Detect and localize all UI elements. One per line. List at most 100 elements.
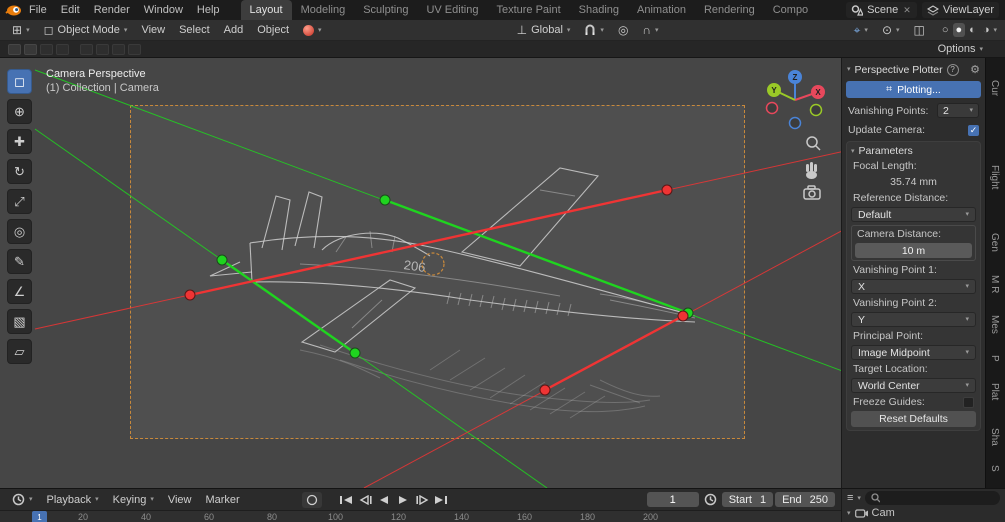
collection-toggle-icon-1[interactable]: [8, 43, 21, 55]
menu-view[interactable]: View: [135, 22, 171, 38]
snap-dropdown[interactable]: ▾: [578, 22, 610, 38]
outliner-editor-icon[interactable]: ≡: [847, 492, 853, 504]
shading-rendered-icon[interactable]: ◑: [980, 23, 993, 37]
viewlayer-selector[interactable]: ViewLayer: [921, 2, 999, 18]
prev-keyframe-button[interactable]: [357, 493, 374, 507]
navigation-gizmo[interactable]: Z X Y: [765, 70, 826, 130]
parameters-chevron-icon[interactable]: ▾: [851, 148, 855, 155]
collection-toggle-icon-2[interactable]: [24, 43, 37, 55]
freeze-guides-checkbox[interactable]: [963, 396, 974, 408]
jump-to-start-button[interactable]: [338, 493, 355, 507]
tool-add-cube[interactable]: ▧: [7, 309, 32, 334]
menu-add[interactable]: Add: [218, 22, 250, 38]
collection-toggle-icon-4[interactable]: [56, 43, 69, 55]
guide-handle-green-3[interactable]: [349, 347, 361, 359]
principal-point-select[interactable]: Image Midpoint ▾: [851, 345, 976, 360]
editor-type-dropdown[interactable]: ⊞ ▾: [6, 22, 36, 38]
workspace-tab-uv-editing[interactable]: UV Editing: [417, 0, 487, 20]
overlays-toggle[interactable]: ⊙ ▾: [876, 22, 906, 38]
sidebar-tab-p[interactable]: P: [989, 355, 1000, 362]
scene-selector[interactable]: Scene ✕: [846, 2, 917, 18]
workspace-tab-rendering[interactable]: Rendering: [695, 0, 764, 20]
tool-transform[interactable]: ◎: [7, 219, 32, 244]
sidebar-tab-cur[interactable]: Cur: [989, 80, 1000, 96]
zoom-button[interactable]: [806, 136, 821, 151]
sidebar-tab-flight[interactable]: Flight: [989, 165, 1000, 189]
collection-toggle-icon-6[interactable]: [96, 43, 109, 55]
viewport-3d[interactable]: 206 Z X Y Camera Perspective (1) Collect…: [0, 58, 841, 488]
gizmo-toggle[interactable]: ⌖ ▾: [848, 22, 874, 38]
guide-handle-red-1[interactable]: [661, 184, 673, 196]
tool-rotate[interactable]: ↻: [7, 159, 32, 184]
collection-toggle-icon-8[interactable]: [128, 43, 141, 55]
proportional-falloff-dropdown[interactable]: ∩ ▾: [636, 22, 664, 38]
reset-defaults-button[interactable]: Reset Defaults: [851, 411, 976, 427]
workspace-tab-compositing[interactable]: Compo: [764, 0, 817, 20]
menu-file[interactable]: File: [22, 1, 54, 19]
marker-menu[interactable]: Marker: [199, 492, 245, 508]
timeline-editor-dropdown[interactable]: ▾: [6, 491, 39, 508]
axis-neg-z-handle[interactable]: [788, 116, 802, 130]
axis-neg-y-handle[interactable]: [809, 103, 823, 117]
next-keyframe-button[interactable]: [414, 493, 431, 507]
reference-distance-select[interactable]: Default ▾: [851, 207, 976, 222]
tool-annotate[interactable]: ✎: [7, 249, 32, 274]
sidebar-tab-gen[interactable]: Gen: [989, 233, 1000, 252]
pan-button[interactable]: [806, 162, 817, 179]
playback-menu[interactable]: Playback ▾: [41, 492, 105, 508]
target-location-select[interactable]: World Center ▾: [851, 378, 976, 393]
vanishing-points-select[interactable]: 2 ▾: [937, 103, 979, 118]
frame-start-field[interactable]: Start 1: [721, 492, 774, 507]
menu-help[interactable]: Help: [190, 1, 227, 19]
workspace-tab-modeling[interactable]: Modeling: [292, 0, 355, 20]
collapse-chevron-icon[interactable]: ▾: [847, 66, 851, 73]
menu-window[interactable]: Window: [137, 1, 190, 19]
outliner-expand-icon[interactable]: ▾: [847, 510, 851, 517]
blender-logo-icon[interactable]: [5, 4, 22, 17]
play-button[interactable]: [395, 493, 412, 507]
playback-range-clock-icon[interactable]: [704, 493, 717, 506]
options-dropdown[interactable]: Options ▾: [938, 43, 997, 55]
menu-object[interactable]: Object: [251, 22, 295, 38]
camera-view-button[interactable]: [803, 185, 821, 200]
guide-handle-red-4[interactable]: [677, 310, 689, 322]
guide-handle-green-1[interactable]: [379, 194, 391, 206]
outliner-editor-chevron-icon[interactable]: ▾: [857, 495, 861, 502]
update-camera-checkbox[interactable]: ✓: [968, 124, 979, 136]
frame-end-field[interactable]: End 250: [775, 492, 835, 507]
tool-measure[interactable]: ∠: [7, 279, 32, 304]
jump-to-end-button[interactable]: [433, 493, 450, 507]
scene-unlink-icon[interactable]: ✕: [902, 5, 912, 16]
mode-dropdown[interactable]: ◻ Object Mode ▾: [38, 22, 134, 38]
shading-sphere-dropdown[interactable]: ▾: [297, 23, 328, 38]
guide-handle-red-2[interactable]: [184, 289, 196, 301]
tool-move[interactable]: ✚: [7, 129, 32, 154]
guide-handle-red-3[interactable]: [539, 384, 551, 396]
tool-select-box[interactable]: ◻: [7, 69, 32, 94]
keying-menu[interactable]: Keying ▾: [107, 492, 160, 508]
transform-orientation-dropdown[interactable]: ⊥ Global ▾: [511, 22, 577, 38]
proportional-editing-toggle[interactable]: ◎: [612, 22, 634, 38]
view-menu[interactable]: View: [162, 492, 198, 508]
camera-distance-field[interactable]: 10 m: [855, 243, 972, 258]
collection-toggle-icon-3[interactable]: [40, 43, 53, 55]
plotting-button[interactable]: ⌗ Plotting...: [846, 81, 981, 98]
plotter-panel-header[interactable]: ▾ Perspective Plotter ? ⚙: [846, 62, 981, 77]
sidebar-tab-plat[interactable]: Plat: [989, 383, 1000, 400]
auto-key-button[interactable]: [301, 491, 322, 508]
workspace-tab-animation[interactable]: Animation: [628, 0, 695, 20]
timeline-ruler[interactable]: 20 40 60 80 100 120 140 160 180 200 1: [0, 510, 841, 522]
collection-toggle-icon-7[interactable]: [112, 43, 125, 55]
menu-render[interactable]: Render: [87, 1, 137, 19]
outliner-search[interactable]: [864, 491, 1000, 505]
help-icon[interactable]: ?: [946, 63, 959, 76]
tool-cursor[interactable]: ⊕: [7, 99, 32, 124]
panel-options-icon[interactable]: ⚙: [970, 63, 980, 76]
workspace-tab-shading[interactable]: Shading: [570, 0, 628, 20]
shading-material-icon[interactable]: ◐: [966, 23, 979, 37]
sidebar-tab-sha[interactable]: Sha: [989, 428, 1000, 446]
collection-toggle-icon-5[interactable]: [80, 43, 93, 55]
menu-select[interactable]: Select: [173, 22, 216, 38]
menu-edit[interactable]: Edit: [54, 1, 87, 19]
vanishing-point-1-select[interactable]: X ▾: [851, 279, 976, 294]
